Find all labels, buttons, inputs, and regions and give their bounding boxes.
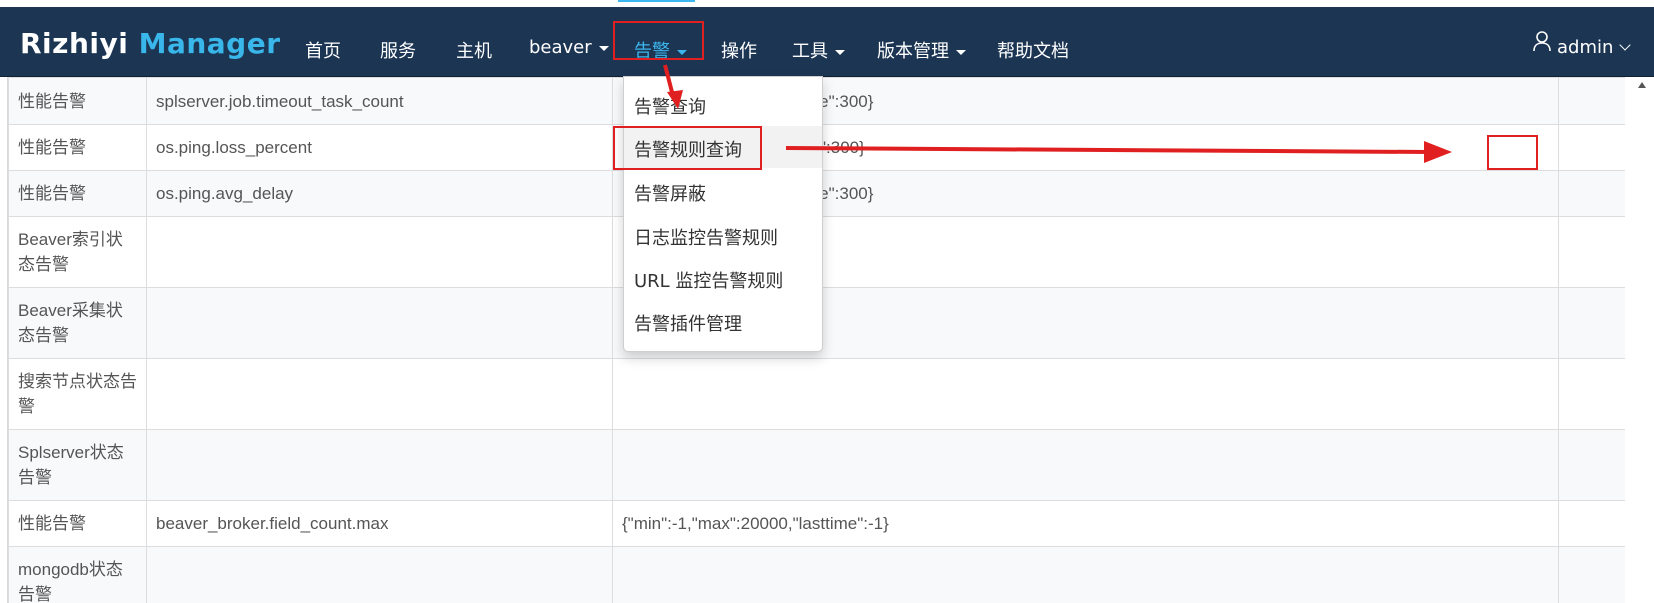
nav-item-home[interactable]: 首页	[305, 37, 341, 63]
cell-metric: splserver.job.timeout_task_count	[146, 77, 613, 125]
dropdown-item-log-monitor-rule[interactable]: 日志监控告警规则	[634, 224, 778, 250]
cell-extra	[1558, 216, 1626, 288]
nav-item-label: beaver	[529, 37, 592, 58]
nav-item-tools[interactable]: 工具	[792, 37, 845, 63]
annotation-box-alerts-menu	[613, 21, 704, 60]
table-row: 性能告警 beaver_broker.field_count.max {"min…	[8, 500, 1626, 547]
cell-metric	[146, 358, 613, 430]
cell-extra	[1558, 77, 1626, 125]
chevron-down-icon	[1619, 39, 1632, 51]
cell-type: Beaver采集状态告警	[8, 287, 147, 359]
nav-item-label: 服务	[380, 41, 416, 62]
cell-type: Splserver状态告警	[8, 429, 147, 501]
dropdown-item-alert-plugin[interactable]: 告警插件管理	[634, 310, 742, 336]
nav-item-label: 首页	[305, 41, 341, 62]
nav-item-services[interactable]: 服务	[380, 37, 416, 63]
cell-type: 性能告警	[8, 500, 147, 547]
alerts-dropdown-menu: 告警查询 告警规则查询 告警屏蔽 日志监控告警规则 URL 监控告警规则 告警插…	[623, 76, 823, 352]
dropdown-item-alert-mask[interactable]: 告警屏蔽	[634, 180, 706, 206]
annotation-box-edit-link	[1487, 135, 1538, 170]
cell-params	[612, 358, 1559, 430]
scroll-up-arrow-icon[interactable]	[1638, 82, 1646, 88]
cell-extra	[1558, 429, 1626, 501]
cell-extra	[1558, 287, 1626, 359]
cell-extra	[1558, 500, 1626, 547]
cell-metric	[146, 287, 613, 359]
table-row: mongodb状态告警 紧急 修改/删除	[8, 546, 1626, 603]
cell-params	[612, 429, 1559, 501]
user-icon	[1533, 31, 1551, 52]
cell-extra	[1558, 358, 1626, 430]
top-strip	[0, 0, 1654, 7]
cell-extra	[1558, 170, 1626, 217]
user-name: admin	[1557, 37, 1614, 58]
caret-down-icon	[835, 49, 845, 55]
cell-type: 性能告警	[8, 170, 147, 217]
cell-metric	[146, 429, 613, 501]
nav-item-label: 工具	[792, 41, 828, 62]
caret-down-icon	[598, 45, 609, 51]
dropdown-item-alert-query[interactable]: 告警查询	[634, 93, 706, 119]
brand-name: Rizhiyi	[20, 27, 139, 60]
cell-type: Beaver索引状态告警	[8, 216, 147, 288]
cell-metric	[146, 546, 613, 603]
cell-type: mongodb状态告警	[8, 546, 147, 603]
table-row: 搜索节点状态告警 紧急 修改/删除	[8, 358, 1626, 430]
nav-item-help[interactable]: 帮助文档	[997, 37, 1069, 63]
cell-metric	[146, 216, 613, 288]
cell-metric: os.ping.avg_delay	[146, 170, 613, 217]
user-menu[interactable]: admin	[1557, 37, 1632, 58]
active-tab-indicator	[618, 0, 695, 2]
brand-manager: Manager	[138, 27, 281, 60]
nav-item-operations[interactable]: 操作	[721, 37, 757, 63]
cell-extra	[1558, 546, 1626, 603]
cell-type: 性能告警	[8, 124, 147, 171]
nav-item-label: 版本管理	[877, 41, 949, 62]
dropdown-item-url-monitor-rule[interactable]: URL 监控告警规则	[634, 267, 783, 293]
table-row: Splserver状态告警 紧急 修改/删除	[8, 429, 1626, 501]
nav-item-label: 操作	[721, 41, 757, 62]
nav-item-label: 帮助文档	[997, 41, 1069, 62]
cell-params: {"min":-1,"max":20000,"lasttime":-1}	[612, 500, 1559, 547]
brand-logo[interactable]: Rizhiyi Manager	[20, 27, 281, 60]
cell-extra	[1558, 124, 1626, 171]
nav-item-beaver[interactable]: beaver	[529, 37, 609, 58]
page-scrollbar[interactable]	[1625, 77, 1654, 603]
nav-item-version[interactable]: 版本管理	[877, 37, 966, 63]
caret-down-icon	[956, 49, 966, 55]
navbar: Rizhiyi Manager 首页 服务 主机 beaver 告警 操作 工具…	[0, 7, 1654, 77]
cell-type: 性能告警	[8, 77, 147, 125]
annotation-box-alert-rule-query	[613, 126, 762, 170]
cell-params	[612, 546, 1559, 603]
cell-metric: os.ping.loss_percent	[146, 124, 613, 171]
cell-metric: beaver_broker.field_count.max	[146, 500, 613, 547]
nav-item-label: 主机	[456, 41, 492, 62]
cell-type: 搜索节点状态告警	[8, 358, 147, 430]
nav-item-hosts[interactable]: 主机	[456, 37, 492, 63]
